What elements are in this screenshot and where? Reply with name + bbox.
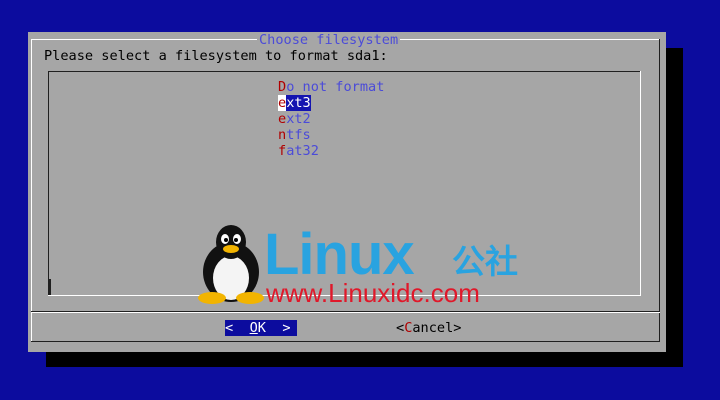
ok-label: K <box>257 320 266 336</box>
option-ntfs[interactable]: ntfs <box>278 127 311 143</box>
listbox-scroll-mark <box>49 279 51 295</box>
dialog-prompt: Please select a filesystem to format sda… <box>44 48 388 64</box>
ok-bracket-right: > <box>282 320 291 336</box>
option-ext3[interactable]: ext3 <box>278 95 311 111</box>
ok-space <box>233 320 249 336</box>
ok-button[interactable]: < OK > <box>225 320 297 336</box>
dialog-bevel-bottom <box>31 341 660 342</box>
cancel-button[interactable]: <Cancel> <box>396 320 461 336</box>
watermark-url: www.Linuxidc.com <box>266 278 480 308</box>
cancel-bracket-left: < <box>396 320 405 336</box>
ok-hotkey: O <box>249 320 258 336</box>
option-hotkey: n <box>278 127 287 143</box>
linuxidc-watermark: Linux 公社 www.Linuxidc.com <box>194 222 524 308</box>
option-hotkey: f <box>278 143 287 159</box>
option-label: tfs <box>286 127 311 143</box>
ok-space <box>266 320 282 336</box>
option-label: xt3 <box>286 95 311 111</box>
watermark-brand-cn: 公社 <box>452 242 518 281</box>
option-do-not-format[interactable]: Do not format <box>278 79 384 95</box>
ok-bracket-left: < <box>225 320 234 336</box>
option-hotkey: e <box>278 111 287 127</box>
button-separator-highlight <box>31 312 660 313</box>
cancel-label: ancel <box>412 320 454 336</box>
dialog-bevel-left <box>31 39 32 341</box>
option-label: at32 <box>286 143 319 159</box>
option-hotkey: e <box>278 95 287 111</box>
listbox-border-top <box>48 71 641 72</box>
option-ext2[interactable]: ext2 <box>278 111 311 127</box>
dialog-bevel-right <box>659 39 660 341</box>
option-hotkey: D <box>278 79 287 95</box>
option-label: o not format <box>286 79 385 95</box>
listbox-border-right <box>640 71 641 296</box>
option-label: xt2 <box>286 111 311 127</box>
dialog-title: Choose filesystem <box>257 32 401 48</box>
watermark-brand: Linux <box>264 222 415 287</box>
listbox-border-left <box>48 71 49 296</box>
option-fat32[interactable]: fat32 <box>278 143 319 159</box>
cancel-bracket-right: > <box>453 320 462 336</box>
tux-penguin-icon <box>198 225 264 304</box>
